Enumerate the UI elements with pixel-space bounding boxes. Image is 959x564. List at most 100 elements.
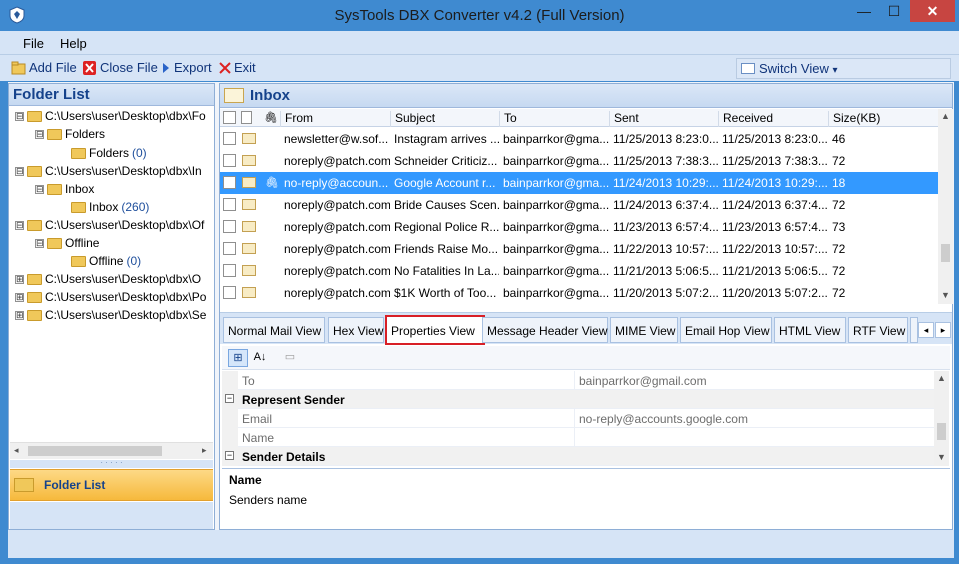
add-file-button[interactable]: Add File <box>11 60 77 75</box>
row-checkbox[interactable] <box>223 242 236 255</box>
tree-node[interactable]: ⊞ C:\Users\user\Desktop\dbx\Se <box>15 308 206 322</box>
mail-row[interactable]: noreply@patch.com Bride Causes Scen... bai… <box>220 194 938 216</box>
scroll-right-icon[interactable]: ▸ <box>202 445 207 456</box>
cell-sent: 11/25/2013 8:23:0... <box>613 132 718 146</box>
cell-subject: No Fatalities In La... <box>394 264 499 278</box>
mail-row[interactable]: 🖇 no-reply@accoun... Google Account r... ba… <box>220 172 938 194</box>
tab-rtf-view[interactable]: RTF View <box>848 317 908 343</box>
property-row[interactable]: Email no-reply@accounts.google.com <box>222 409 934 428</box>
scroll-up-icon[interactable]: ▲ <box>941 111 950 121</box>
scroll-down-icon[interactable]: ▼ <box>937 452 946 462</box>
cell-size: 72 <box>832 154 846 168</box>
tab-mime-view[interactable]: MIME View <box>610 317 678 343</box>
tree-horizontal-scrollbar[interactable]: ◂ ▸ <box>10 442 213 459</box>
mail-list-scrollbar[interactable]: ▲ ▼ <box>938 109 953 304</box>
scrollbar-thumb[interactable] <box>28 446 162 456</box>
scrollbar-thumb[interactable] <box>941 244 950 262</box>
row-checkbox[interactable] <box>223 154 236 167</box>
close-window-button[interactable]: ✕ <box>910 0 955 22</box>
mail-row[interactable]: newsletter@w.sof... Instagram arrives ...… <box>220 128 938 150</box>
alphabetical-sort-button[interactable]: A↓ <box>250 349 270 367</box>
tab-properties-view[interactable]: Properties View <box>385 315 485 345</box>
tree-node[interactable]: Folders (0) <box>71 146 147 160</box>
switch-view-dropdown[interactable]: Switch View ▾ <box>736 58 951 79</box>
tab-scroll-right-icon[interactable]: ▸ <box>935 322 951 338</box>
expand-icon[interactable]: ⊞ <box>15 292 24 302</box>
column-subject[interactable]: Subject <box>390 111 499 127</box>
row-checkbox[interactable] <box>223 220 236 233</box>
folder-icon <box>71 147 86 159</box>
tab-normal-mail-view[interactable]: Normal Mail View <box>223 317 325 343</box>
menu-file[interactable]: File <box>23 36 44 51</box>
tree-node[interactable]: ⊟ C:\Users\user\Desktop\dbx\In <box>15 164 202 178</box>
collapse-icon[interactable]: − <box>225 394 234 403</box>
tree-node[interactable]: ⊞ C:\Users\user\Desktop\dbx\Po <box>15 290 206 304</box>
expand-icon[interactable]: ⊞ <box>15 310 24 320</box>
collapse-icon[interactable]: ⊟ <box>35 238 44 248</box>
property-description: Name Senders name <box>222 468 950 527</box>
property-row[interactable]: To bainparrkor@gmail.com <box>222 371 934 390</box>
row-checkbox[interactable] <box>223 264 236 277</box>
column-size[interactable]: Size(KB) <box>828 111 938 127</box>
tab-message-header-view[interactable]: Message Header View <box>482 317 608 343</box>
collapse-icon[interactable]: ⊟ <box>35 184 44 194</box>
tab-email-hop-view[interactable]: Email Hop View <box>680 317 772 343</box>
property-category[interactable]: − Represent Sender <box>222 390 934 409</box>
property-category[interactable]: − Sender Details <box>222 447 934 466</box>
expand-icon[interactable]: ⊞ <box>15 274 24 284</box>
row-checkbox[interactable] <box>223 286 236 299</box>
status-strip <box>8 530 954 558</box>
mail-row[interactable]: noreply@patch.com Schneider Criticiz... ba… <box>220 150 938 172</box>
collapse-icon[interactable]: ⊟ <box>15 111 24 121</box>
tab-hex-view[interactable]: Hex View <box>328 317 384 343</box>
exit-button[interactable]: Exit <box>219 60 256 75</box>
tree-node[interactable]: ⊟ Offline <box>35 236 99 250</box>
categorized-view-button[interactable]: ⊞ <box>228 349 248 367</box>
collapse-icon[interactable]: − <box>225 451 234 460</box>
folder-icon <box>27 291 42 303</box>
tree-node[interactable]: ⊟ C:\Users\user\Desktop\dbx\Of <box>15 218 204 232</box>
collapse-icon[interactable]: ⊟ <box>15 220 24 230</box>
tree-node[interactable]: Inbox (260) <box>71 200 149 214</box>
collapse-icon[interactable]: ⊟ <box>35 129 44 139</box>
column-from[interactable]: From <box>280 111 390 127</box>
column-to[interactable]: To <box>499 111 609 127</box>
row-checkbox[interactable] <box>223 132 236 145</box>
column-received[interactable]: Received <box>718 111 828 127</box>
tab-overflow[interactable] <box>910 317 918 343</box>
property-pages-button[interactable]: ▭ <box>280 349 300 367</box>
scrollbar-thumb[interactable] <box>937 423 946 440</box>
tree-node[interactable]: ⊟ C:\Users\user\Desktop\dbx\Fo <box>15 109 206 123</box>
tree-node[interactable]: Offline (0) <box>71 254 141 268</box>
menu-help[interactable]: Help <box>60 36 87 51</box>
tab-html-view[interactable]: HTML View <box>774 317 846 343</box>
folder-list-button[interactable]: Folder List <box>10 469 213 501</box>
mail-list: 🖇 From Subject To Sent Received Size(KB)… <box>220 109 938 304</box>
property-grid-scrollbar[interactable]: ▲ ▼ <box>934 371 949 466</box>
maximize-button[interactable]: ☐ <box>880 0 908 22</box>
export-button[interactable]: Export <box>161 60 212 75</box>
minimize-button[interactable]: — <box>850 0 878 22</box>
property-row[interactable]: Name <box>222 428 934 447</box>
switch-view-icon <box>741 63 755 74</box>
chevron-down-icon: ▾ <box>832 65 838 76</box>
tab-scroll-left-icon[interactable]: ◂ <box>918 322 934 338</box>
row-checkbox[interactable] <box>223 198 236 211</box>
collapse-icon[interactable]: ⊟ <box>15 166 24 176</box>
scroll-left-icon[interactable]: ◂ <box>14 445 19 456</box>
close-file-button[interactable]: Close File <box>82 60 158 75</box>
select-all-checkbox[interactable] <box>223 111 236 124</box>
tree-node[interactable]: ⊟ Folders <box>35 127 105 141</box>
column-sent[interactable]: Sent <box>609 111 718 127</box>
row-checkbox[interactable] <box>223 176 236 189</box>
scroll-up-icon[interactable]: ▲ <box>937 373 946 383</box>
scroll-down-icon[interactable]: ▼ <box>941 290 950 300</box>
tree-node[interactable]: ⊞ C:\Users\user\Desktop\dbx\O <box>15 272 201 286</box>
tree-node-label: C:\Users\user\Desktop\dbx\O <box>45 272 202 286</box>
tree-node[interactable]: ⊟ Inbox <box>35 182 94 196</box>
mail-row[interactable]: noreply@patch.com Friends Raise Mo... bain… <box>220 238 938 260</box>
mail-row[interactable]: noreply@patch.com Regional Police R... bai… <box>220 216 938 238</box>
mail-row[interactable]: noreply@patch.com No Fatalities In La... b… <box>220 260 938 282</box>
mail-row[interactable]: noreply@patch.com $1K Worth of Too... bain… <box>220 282 938 304</box>
splitter-grip[interactable]: · · · · · <box>10 459 213 468</box>
